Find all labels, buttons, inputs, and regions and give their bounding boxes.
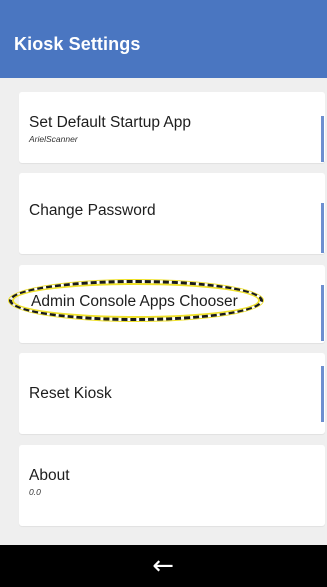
kiosk-settings-screen: Kiosk Settings Set Default Startup App A… [0, 0, 327, 587]
setting-sublabel: 0.0 [29, 487, 41, 497]
setting-label: Change Password [29, 202, 156, 219]
page-title: Kiosk Settings [14, 34, 141, 54]
setting-change-password[interactable]: Change Password [19, 173, 325, 254]
setting-label: Reset Kiosk [29, 385, 112, 402]
setting-about[interactable]: About 0.0 [19, 445, 325, 526]
item-accent-bar [321, 366, 324, 422]
app-header: Kiosk Settings [0, 0, 327, 78]
setting-label: Admin Console Apps Chooser [31, 293, 238, 310]
setting-label: About [29, 467, 70, 484]
setting-reset-kiosk[interactable]: Reset Kiosk [19, 353, 325, 434]
setting-set-default-startup-app[interactable]: Set Default Startup App ArielScanner [19, 92, 325, 163]
system-nav-bar: ← [0, 545, 327, 587]
back-arrow-icon[interactable]: ← [143, 553, 183, 579]
settings-list: Set Default Startup App ArielScanner Cha… [0, 78, 327, 545]
item-accent-bar [321, 285, 324, 341]
setting-label: Set Default Startup App [29, 114, 191, 131]
item-accent-bar [321, 116, 324, 162]
setting-sublabel: ArielScanner [29, 134, 78, 144]
setting-admin-console-apps-chooser[interactable]: Admin Console Apps Chooser [9, 265, 325, 343]
item-accent-bar [321, 203, 324, 253]
